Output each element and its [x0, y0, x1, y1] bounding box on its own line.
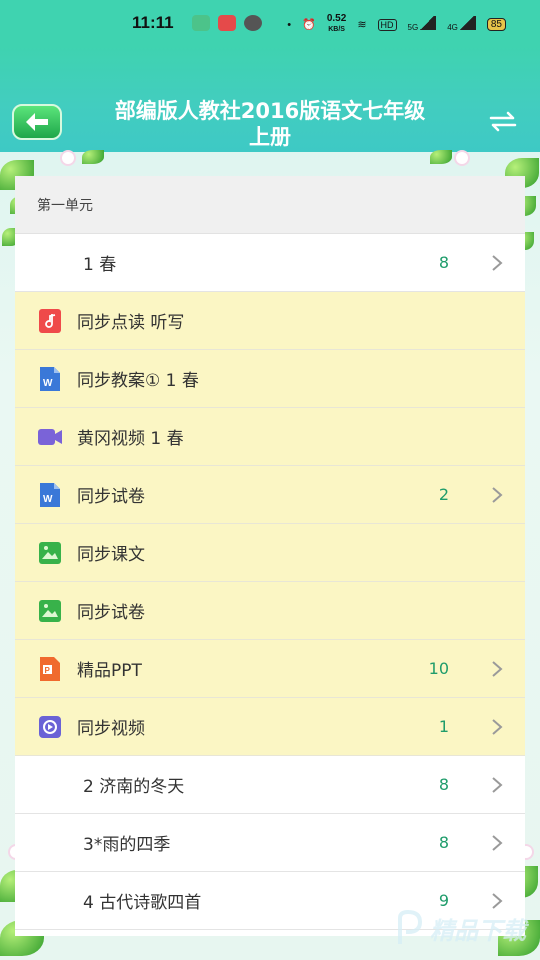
resource-row[interactable]: P 精品PPT 10: [15, 640, 525, 698]
image-file-icon: [37, 540, 63, 566]
resource-title: 同步点读 听写: [77, 313, 185, 333]
item-count: 9: [438, 891, 449, 910]
resource-title: 同步试卷: [77, 603, 145, 623]
clock: 11:11: [132, 13, 174, 32]
resource-title: 同步试卷: [77, 487, 145, 507]
app-notification-icon: [191, 15, 210, 31]
svg-text:W: W: [43, 378, 53, 389]
resource-title: 精品PPT: [77, 661, 142, 681]
status-bar: 11:11 • ⏰ 0.52 KB/S ≋ HD 5G 4G 85: [0, 0, 540, 46]
watermark-logo-icon: [398, 910, 423, 944]
item-count: 8: [438, 833, 449, 852]
resource-row[interactable]: W 同步试卷 2: [15, 466, 525, 524]
lesson-title: 4 古代诗歌四首: [83, 893, 202, 913]
item-count: 2: [438, 485, 449, 504]
wechat-icon: [243, 15, 262, 31]
resource-title: 同步课文: [77, 545, 145, 565]
resource-row[interactable]: 黄冈视频 1 春: [15, 408, 525, 466]
lesson-title: 2 济南的冬天: [83, 777, 185, 797]
lesson-row[interactable]: 1 春 8: [15, 234, 525, 292]
back-button[interactable]: [12, 104, 62, 140]
status-right: • ⏰ 0.52 KB/S ≋ HD 5G 4G 85: [287, 14, 506, 35]
resource-row[interactable]: 同步点读 听写: [15, 292, 525, 350]
resource-title: 同步视频: [77, 719, 145, 739]
ppt-file-icon: P: [37, 656, 63, 682]
image-file-icon: [37, 598, 63, 624]
music-file-icon: [37, 308, 63, 334]
signal-4g: 4G: [447, 16, 476, 33]
watermark-text: 精品下载: [430, 916, 526, 945]
app-notification-icon: [217, 15, 236, 31]
svg-text:P: P: [45, 666, 51, 675]
svg-text:W: W: [43, 494, 53, 505]
content-list: 第一单元 1 春 8 同步点读 听写 W 同步教案① 1 春黄冈视频 1 春 W 同步试卷 2…: [15, 176, 525, 936]
resource-title: 黄冈视频 1 春: [77, 429, 184, 449]
page-title: 部编版人教社2016版语文七年级 上册: [114, 99, 426, 149]
signal-5g: 5G: [408, 16, 437, 33]
word-doc-icon: W: [37, 482, 63, 508]
notification-icons: [191, 15, 262, 31]
resource-row[interactable]: 同步课文: [15, 524, 525, 582]
lesson-title: 1 春: [83, 255, 117, 275]
wifi-icon: ≋: [357, 19, 367, 31]
item-count: 10: [428, 659, 449, 678]
lesson-row[interactable]: 3*雨的四季 8: [15, 814, 525, 872]
word-doc-icon: W: [37, 366, 63, 392]
rows-container: 1 春 8 同步点读 听写 W 同步教案① 1 春黄冈视频 1 春 W 同步试卷 2 同步课文同…: [15, 234, 525, 930]
resource-row[interactable]: 同步试卷: [15, 582, 525, 640]
item-count: 1: [438, 717, 449, 736]
dot-icon: •: [287, 18, 292, 31]
back-arrow-icon: [26, 113, 48, 131]
item-count: 8: [438, 253, 449, 272]
hd-badge: HD: [377, 18, 397, 31]
watermark: 精品下载: [394, 910, 526, 946]
section-header: 第一单元: [15, 176, 525, 234]
alarm-icon: ⏰: [302, 19, 316, 31]
lesson-row[interactable]: 2 济南的冬天 8: [15, 756, 525, 814]
lesson-title: 3*雨的四季: [83, 835, 171, 855]
video-circle-icon: [37, 714, 63, 740]
resource-row[interactable]: 同步视频 1: [15, 698, 525, 756]
item-count: 8: [438, 775, 449, 794]
battery-indicator: 85: [486, 18, 506, 31]
video-file-icon: [37, 424, 63, 450]
resource-title: 同步教案① 1 春: [77, 371, 199, 391]
network-speed: 0.52 KB/S: [326, 13, 347, 34]
resource-row[interactable]: W 同步教案① 1 春: [15, 350, 525, 408]
swap-icon[interactable]: [488, 110, 518, 132]
